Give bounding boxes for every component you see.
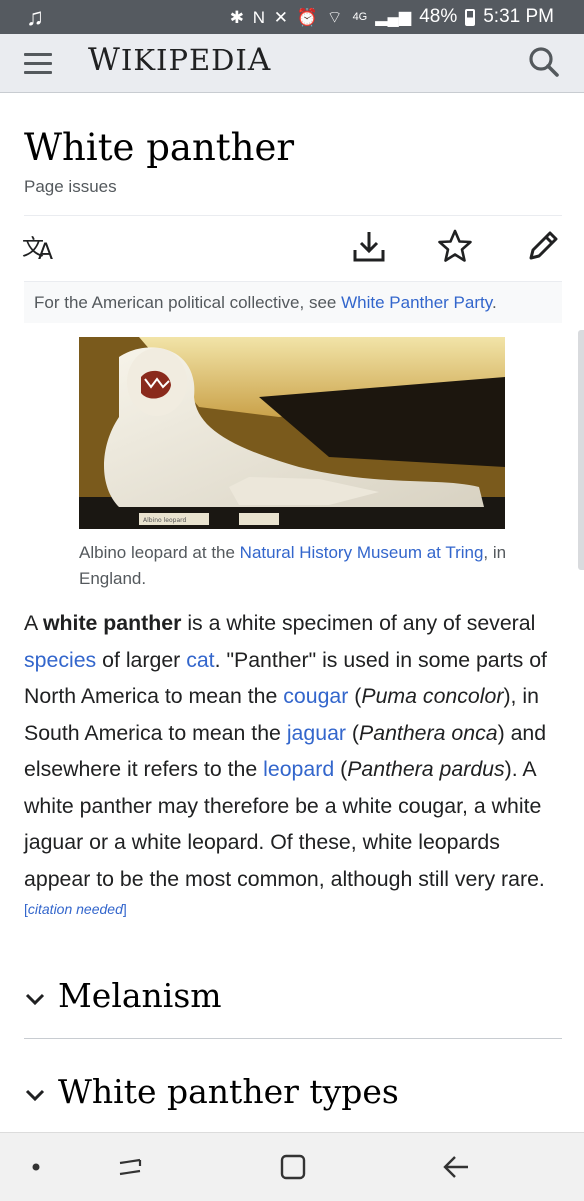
text-span: ( <box>346 720 360 745</box>
jaguar-link[interactable]: jaguar <box>287 721 346 745</box>
battery-level: 48% <box>419 6 458 27</box>
section-title: Melanism <box>58 976 222 1015</box>
svg-text:A: A <box>38 240 53 264</box>
app-header: WIKIPEDIA <box>0 34 584 93</box>
back-icon[interactable] <box>438 1149 474 1185</box>
section-white-panther-types[interactable]: White panther types <box>24 1066 562 1126</box>
menu-icon[interactable] <box>22 48 56 78</box>
white-panther-party-link[interactable]: White Panther Party <box>341 293 492 312</box>
leopard-link[interactable]: leopard <box>263 757 334 781</box>
page-issues-link[interactable]: Page issues <box>24 177 117 197</box>
article-image[interactable]: Albino leopard <box>79 337 505 529</box>
wordmark-last-letter: A <box>247 42 272 78</box>
chevron-down-icon <box>25 1089 45 1102</box>
italic-term: Panthera pardus <box>347 757 505 781</box>
cat-link[interactable]: cat <box>186 648 214 672</box>
cougar-link[interactable]: cougar <box>283 684 348 708</box>
text-span: ( <box>334 757 348 781</box>
page-title: White panther <box>24 126 295 169</box>
text-span: ( <box>348 684 362 708</box>
divider <box>24 1038 562 1039</box>
wikipedia-wordmark[interactable]: WIKIPEDIA <box>88 42 271 78</box>
dot-icon[interactable] <box>18 1149 54 1185</box>
section-title: White panther types <box>58 1072 399 1111</box>
text-span: is a white specimen of any of several <box>181 611 536 635</box>
star-watch-icon[interactable] <box>437 228 473 264</box>
home-icon[interactable] <box>275 1149 311 1185</box>
download-icon[interactable] <box>351 228 387 264</box>
language-icon[interactable]: 文A <box>22 228 58 265</box>
caption-text: Albino leopard at the <box>79 543 240 562</box>
chevron-down-icon <box>25 993 45 1006</box>
wordmark-middle: IKIPEDI <box>120 43 248 77</box>
hatnote-text: For the American political collective, s… <box>34 293 342 312</box>
citation-needed[interactable]: [citation needed] <box>24 901 127 917</box>
hatnote-period: . <box>491 293 497 312</box>
image-caption: Albino leopard at the Natural History Mu… <box>79 540 509 592</box>
system-nav-bar <box>0 1132 584 1201</box>
edge-panel-handle[interactable] <box>578 330 584 570</box>
divider <box>24 215 562 216</box>
natural-history-museum-link[interactable]: Natural History Museum at Tring <box>240 543 484 562</box>
italic-term: Panthera onca <box>359 720 498 745</box>
section-melanism[interactable]: Melanism <box>24 970 562 1030</box>
battery-icon <box>465 8 476 26</box>
text-span: A <box>24 611 43 635</box>
wordmark-first-letter: W <box>88 42 121 78</box>
bold-term: white panther <box>42 611 182 635</box>
status-system-icons: ✱ N ✕ ⏰ ⌔ <box>229 7 345 27</box>
search-icon[interactable] <box>526 44 562 80</box>
italic-term: Puma concolor <box>361 684 504 708</box>
cite-bracket: ] <box>122 900 127 917</box>
signal-icon: ▂▄▆ <box>375 9 412 26</box>
status-icons: ✱ N ✕ ⏰ ⌔ 4G ▂▄▆ 48% 5:31 PM <box>230 6 554 28</box>
music-note-icon: ♫ <box>26 4 44 31</box>
4g-label: 4G <box>352 11 368 23</box>
clock: 5:31 PM <box>483 6 554 27</box>
status-bar: ♫ ✱ N ✕ ⏰ ⌔ 4G ▂▄▆ 48% 5:31 PM <box>0 0 584 34</box>
hatnote: For the American political collective, s… <box>24 281 562 323</box>
image-placard: Albino leopard <box>143 517 187 524</box>
edit-pencil-icon[interactable] <box>525 228 561 264</box>
citation-needed-link[interactable]: citation needed <box>28 901 123 917</box>
recent-apps-icon[interactable] <box>112 1149 148 1185</box>
species-link[interactable]: species <box>24 648 96 672</box>
lead-paragraph: A white panther is a white specimen of a… <box>24 605 569 934</box>
text-span: of larger <box>96 647 187 672</box>
